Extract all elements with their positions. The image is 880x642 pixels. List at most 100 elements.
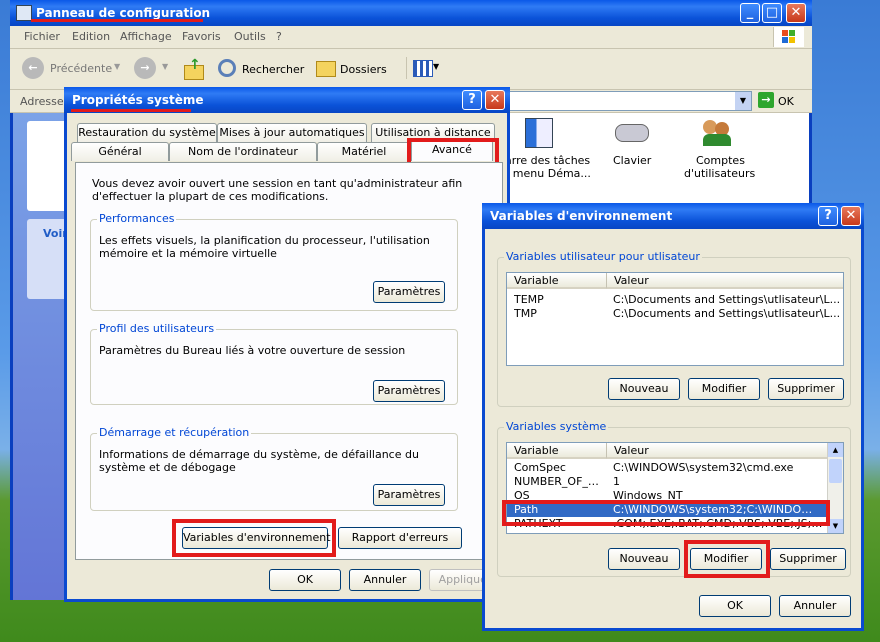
user-col-value-header[interactable]: Valeur xyxy=(607,273,843,289)
system-col-value-header[interactable]: Valeur xyxy=(607,443,829,459)
startup-recovery-group: Démarrage et récupération Informations d… xyxy=(90,426,458,511)
system-variables-scrollbar[interactable]: ▲ ▼ xyxy=(827,443,843,533)
system-var-value: .COM;.EXE;.BAT;.CMD;.VBS;.VBE;.JS;.JS... xyxy=(613,517,823,530)
menu-favoris[interactable]: Favoris xyxy=(182,30,221,43)
system-var-name: Path xyxy=(514,503,539,516)
system-properties-cancel-button[interactable]: Annuler xyxy=(349,569,421,591)
environment-variables-ok-button[interactable]: OK xyxy=(699,595,771,617)
menu-affichage[interactable]: Affichage xyxy=(120,30,172,43)
environment-variables-titlebar[interactable]: Variables d'environnement ? ✕ xyxy=(482,203,864,229)
menu-edition[interactable]: Edition xyxy=(72,30,110,43)
menu-help[interactable]: ? xyxy=(276,30,282,43)
system-var-name: ComSpec xyxy=(514,461,566,474)
toolbar: ← Précédente ▼ → ▼ ↑ Rechercher Dossiers… xyxy=(10,49,812,90)
user-col-variable-header[interactable]: Variable xyxy=(507,273,607,289)
list-item-selected[interactable]: Path C:\WINDOWS\system32;C:\WINDOWS;... xyxy=(507,503,827,517)
environment-variables-cancel-button[interactable]: Annuler xyxy=(779,595,851,617)
icon-users[interactable]: Comptes d'utilisateurs xyxy=(677,116,761,186)
system-col-variable-header[interactable]: Variable xyxy=(507,443,607,459)
performances-group: Performances Les effets visuels, la plan… xyxy=(90,212,458,311)
close-button[interactable]: ✕ xyxy=(786,3,806,23)
tab-restauration[interactable]: Restauration du système xyxy=(77,123,217,142)
list-item[interactable]: TEMP C:\Documents and Settings\utlisateu… xyxy=(507,293,843,307)
icon-keyboard[interactable]: Clavier xyxy=(603,116,663,186)
icon-keyboard-label: Clavier xyxy=(613,154,652,167)
startup-recovery-text: Informations de démarrage du système, de… xyxy=(99,448,419,474)
folders-button[interactable]: Dossiers xyxy=(314,57,394,81)
search-button[interactable]: Rechercher xyxy=(216,57,306,81)
scroll-thumb[interactable] xyxy=(829,459,842,483)
go-button[interactable]: → OK xyxy=(758,92,798,110)
tab-general[interactable]: Général xyxy=(71,142,169,161)
system-var-value: Windows_NT xyxy=(613,489,683,502)
system-edit-button[interactable]: Modifier xyxy=(690,548,762,570)
list-item[interactable]: OS Windows_NT xyxy=(507,489,843,503)
user-new-button[interactable]: Nouveau xyxy=(608,378,680,400)
user-profiles-group: Profil des utilisateurs Paramètres du Bu… xyxy=(90,322,458,405)
scroll-up-icon[interactable]: ▲ xyxy=(828,443,843,457)
system-properties-ok-button[interactable]: OK xyxy=(269,569,341,591)
system-properties-titlebar[interactable]: Propriétés système ? ✕ xyxy=(64,87,510,113)
system-new-button[interactable]: Nouveau xyxy=(608,548,680,570)
admin-notice: Vous devez avoir ouvert une session en t… xyxy=(92,177,463,203)
forward-button[interactable]: → xyxy=(134,57,156,79)
error-report-button[interactable]: Rapport d'erreurs xyxy=(338,527,462,549)
keyboard-icon xyxy=(615,124,649,142)
forward-dropdown-icon[interactable]: ▼ xyxy=(162,62,168,71)
tab-avance[interactable]: Avancé xyxy=(411,140,493,161)
search-icon xyxy=(218,59,236,77)
control-panel-titlebar[interactable]: Panneau de configuration _ □ ✕ xyxy=(10,0,812,26)
go-arrow-icon: → xyxy=(758,92,774,108)
icon-taskbar[interactable]: arre des tâches t menu Déma... xyxy=(505,116,595,186)
address-dropdown-icon[interactable]: ▼ xyxy=(735,92,751,110)
go-label: OK xyxy=(778,95,794,108)
user-delete-button[interactable]: Supprimer xyxy=(768,378,844,400)
back-arrow-icon: ← xyxy=(22,57,44,79)
address-label: Adresse xyxy=(20,95,64,108)
user-edit-button[interactable]: Modifier xyxy=(688,378,760,400)
help-button[interactable]: ? xyxy=(462,90,482,110)
system-delete-button[interactable]: Supprimer xyxy=(770,548,846,570)
user-var-name: TMP xyxy=(514,307,537,320)
list-item[interactable]: TMP C:\Documents and Settings\utlisateur… xyxy=(507,307,843,321)
menu-fichier[interactable]: Fichier xyxy=(24,30,60,43)
user-profiles-settings-button[interactable]: Paramètres xyxy=(373,380,445,402)
system-variables-list[interactable]: Variable Valeur ComSpec C:\WINDOWS\syste… xyxy=(506,442,844,534)
maximize-button[interactable]: □ xyxy=(762,3,782,23)
tab-mises-a-jour[interactable]: Mises à jour automatiques xyxy=(217,123,367,142)
user-variables-group-title: Variables utilisateur pour utlisateur xyxy=(504,250,702,263)
environment-variables-button[interactable]: Variables d'environnement xyxy=(182,527,331,549)
tab-materiel[interactable]: Matériel xyxy=(317,142,411,161)
scroll-down-icon[interactable]: ▼ xyxy=(828,519,843,533)
views-button[interactable]: ▼ xyxy=(406,57,441,79)
system-var-value: C:\WINDOWS\system32;C:\WINDOWS;... xyxy=(613,503,823,516)
performances-group-title: Performances xyxy=(97,212,177,225)
close-button[interactable]: ✕ xyxy=(841,206,861,226)
user-profiles-group-title: Profil des utilisateurs xyxy=(97,322,217,335)
control-panel-window-icon xyxy=(16,5,32,21)
system-var-value: 1 xyxy=(613,475,620,488)
performances-text: Les effets visuels, la planification du … xyxy=(99,234,430,260)
tab-nom-ordinateur[interactable]: Nom de l'ordinateur xyxy=(169,142,317,161)
system-var-name: NUMBER_OF_P... xyxy=(514,475,602,488)
menu-bar: Fichier Edition Affichage Favoris Outils… xyxy=(10,26,812,49)
folders-label: Dossiers xyxy=(340,63,387,76)
minimize-button[interactable]: _ xyxy=(740,3,760,23)
advanced-tab-page: Vous devez avoir ouvert une session en t… xyxy=(75,162,503,560)
help-button[interactable]: ? xyxy=(818,206,838,226)
performances-settings-button[interactable]: Paramètres xyxy=(373,281,445,303)
user-variables-list[interactable]: Variable Valeur TEMP C:\Documents and Se… xyxy=(506,272,844,366)
system-variables-group: Variables système Variable Valeur ComSpe… xyxy=(497,420,851,578)
list-item[interactable]: PATHEXT .COM;.EXE;.BAT;.CMD;.VBS;.VBE;.J… xyxy=(507,517,843,531)
back-button[interactable]: ← Précédente xyxy=(22,57,124,81)
startup-recovery-settings-button[interactable]: Paramètres xyxy=(373,484,445,506)
menu-outils[interactable]: Outils xyxy=(234,30,266,43)
control-panel-title: Panneau de configuration xyxy=(36,6,211,20)
list-item[interactable]: ComSpec C:\WINDOWS\system32\cmd.exe xyxy=(507,461,843,475)
back-dropdown-icon[interactable]: ▼ xyxy=(114,62,120,71)
folders-icon xyxy=(316,61,336,77)
up-folder-icon[interactable]: ↑ xyxy=(182,57,204,80)
list-item[interactable]: NUMBER_OF_P... 1 xyxy=(507,475,843,489)
icon-taskbar-label-1: arre des tâches xyxy=(505,154,591,167)
close-button[interactable]: ✕ xyxy=(485,90,505,110)
